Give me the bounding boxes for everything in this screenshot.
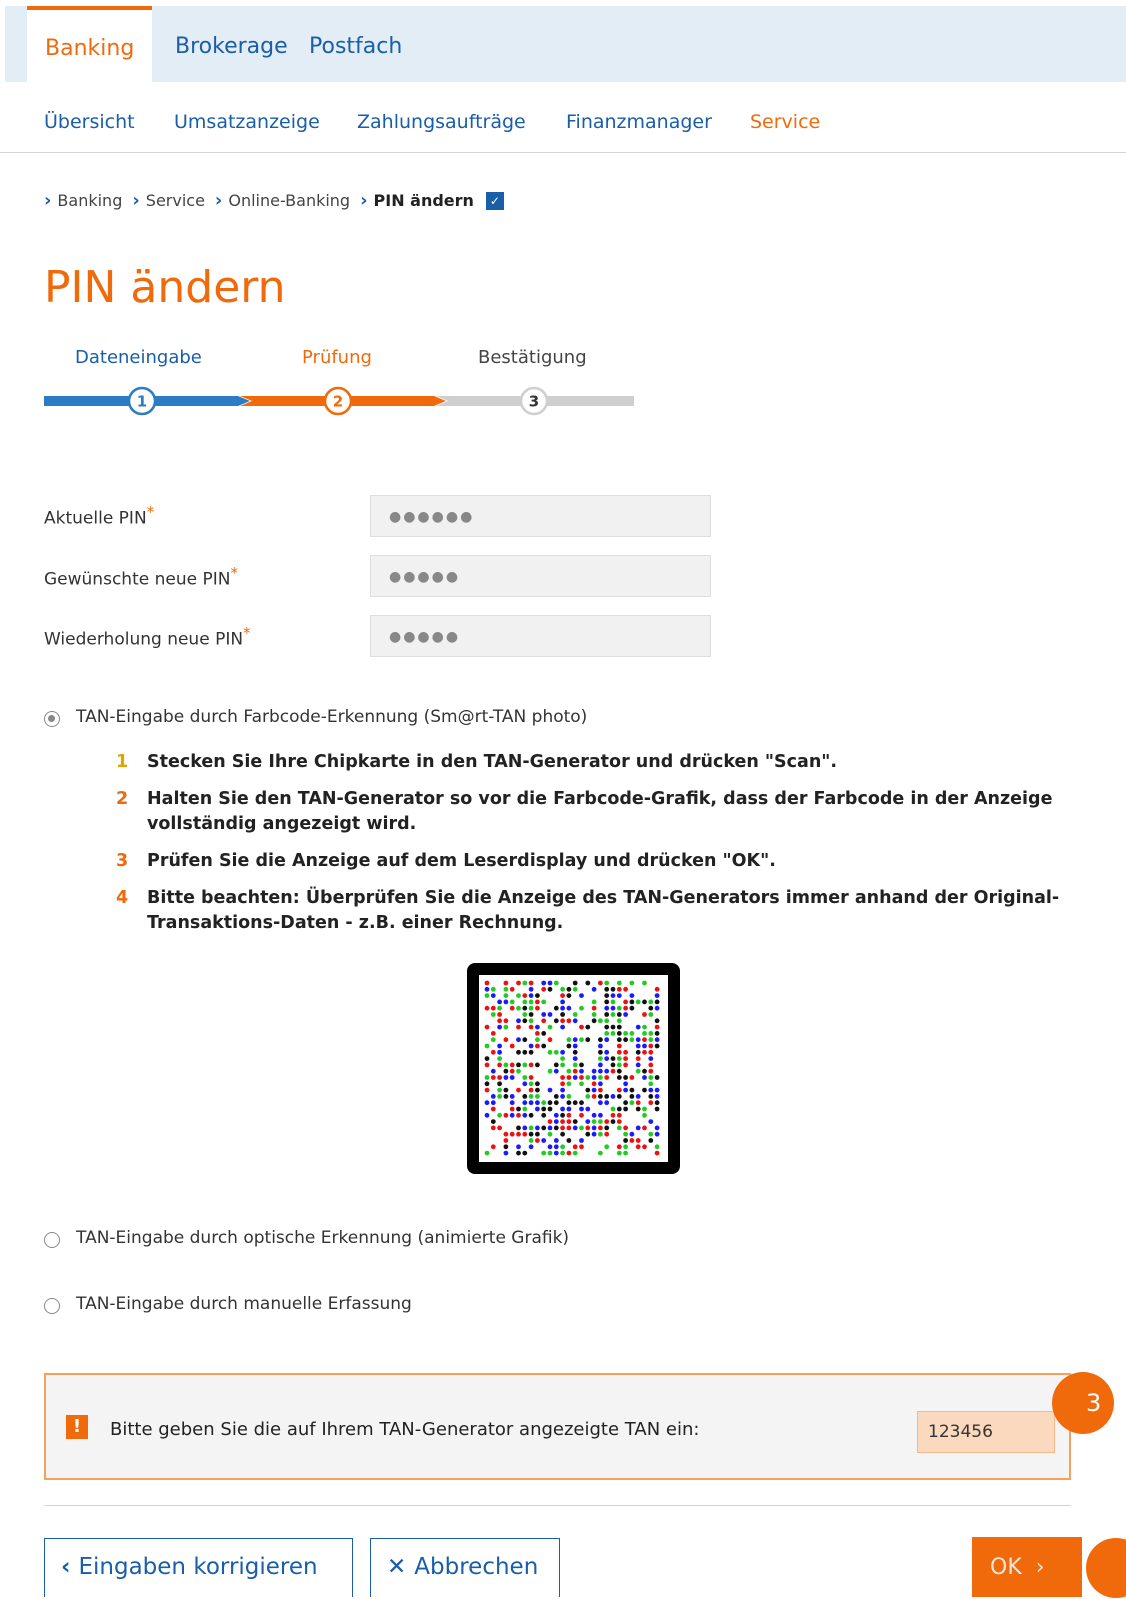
new-pin-field[interactable]: ●●●●●	[370, 555, 711, 597]
chevron-right-icon: ›	[1035, 1555, 1045, 1580]
sub-nav: Übersicht Umsatzanzeige Zahlungsaufträge…	[0, 82, 1126, 153]
tan-method-radio-manual[interactable]	[44, 1298, 60, 1314]
tan-method-radio-photo[interactable]	[44, 711, 60, 727]
step-badge: 3	[1052, 1372, 1114, 1434]
divider	[44, 1505, 1071, 1506]
color-code-graphic	[467, 963, 680, 1174]
tan-prompt-text: Bitte geben Sie die auf Ihrem TAN-Genera…	[110, 1419, 700, 1440]
correct-inputs-button[interactable]: ‹ Eingaben korrigieren	[44, 1538, 353, 1597]
step-label-3: Bestätigung	[478, 347, 587, 368]
breadcrumb: › Banking › Service › Online-Banking › P…	[44, 190, 504, 211]
page-title: PIN ändern	[44, 262, 286, 313]
tab-postfach[interactable]: Postfach	[309, 6, 402, 82]
instruction-item: 3 Prüfen Sie die Anzeige auf dem Leserdi…	[116, 851, 776, 871]
tan-method-radio-animated[interactable]	[44, 1232, 60, 1248]
svg-text:3: 3	[529, 393, 539, 411]
progress-stepper: 1 2 3	[44, 386, 634, 416]
color-code-dots	[484, 980, 660, 1156]
repeat-pin-field[interactable]: ●●●●●	[370, 615, 711, 657]
step-label-2: Prüfung	[302, 347, 372, 368]
main-nav: Banking Brokerage Postfach	[5, 6, 1126, 82]
step-circle-3: 3	[519, 386, 549, 416]
label-current-pin: Aktuelle PIN*	[44, 503, 155, 529]
tab-banking[interactable]: Banking	[27, 6, 153, 82]
tan-entry-box: ! Bitte geben Sie die auf Ihrem TAN-Gene…	[44, 1373, 1071, 1480]
subnav-uebersicht[interactable]: Übersicht	[44, 82, 135, 162]
ok-button[interactable]: OK ›	[972, 1537, 1082, 1597]
breadcrumb-service[interactable]: Service	[146, 191, 205, 210]
close-icon: ✕	[387, 1554, 407, 1580]
tan-method-label-animated: TAN-Eingabe durch optische Erkennung (an…	[76, 1228, 570, 1248]
current-pin-field[interactable]: ●●●●●●	[370, 495, 711, 537]
subnav-umsatzanzeige[interactable]: Umsatzanzeige	[174, 82, 320, 162]
svg-text:2: 2	[333, 393, 343, 411]
step-circle-2: 2	[323, 386, 353, 416]
instruction-list: 1 Stecken Sie Ihre Chipkarte in den TAN-…	[116, 750, 1076, 948]
breadcrumb-current: PIN ändern	[373, 191, 474, 210]
subnav-service[interactable]: Service	[750, 82, 820, 162]
step-badge-partial	[1086, 1538, 1126, 1598]
chevron-right-icon: ›	[132, 190, 140, 211]
breadcrumb-online-banking[interactable]: Online-Banking	[228, 191, 350, 210]
step-circle-1: 1	[127, 386, 157, 416]
svg-text:1: 1	[137, 393, 147, 411]
tan-method-label-photo: TAN-Eingabe durch Farbcode-Erkennung (Sm…	[76, 707, 588, 727]
chevron-left-icon: ‹	[61, 1554, 71, 1580]
cancel-button[interactable]: ✕ Abbrechen	[370, 1538, 560, 1597]
instruction-item: 4 Bitte beachten: Überprüfen Sie die Anz…	[116, 888, 1060, 933]
step-label-1: Dateneingabe	[75, 347, 202, 368]
tan-input[interactable]: 123456	[917, 1411, 1055, 1453]
tab-brokerage[interactable]: Brokerage	[175, 6, 288, 82]
chevron-right-icon: ›	[360, 190, 368, 211]
instruction-item: 1 Stecken Sie Ihre Chipkarte in den TAN-…	[116, 752, 838, 772]
chevron-right-icon: ›	[44, 190, 52, 211]
warning-icon: !	[66, 1415, 88, 1439]
color-code-matrix	[479, 975, 668, 1162]
instruction-item: 2 Halten Sie den TAN-Generator so vor di…	[116, 789, 1053, 834]
chevron-right-icon: ›	[214, 190, 223, 211]
label-new-pin: Gewünschte neue PIN*	[44, 564, 238, 590]
breadcrumb-banking[interactable]: Banking	[57, 191, 122, 210]
subnav-zahlungsauftraege[interactable]: Zahlungsaufträge	[357, 82, 526, 162]
chevron-down-icon[interactable]: ✓	[485, 191, 504, 210]
tan-method-label-manual: TAN-Eingabe durch manuelle Erfassung	[76, 1294, 412, 1314]
subnav-finanzmanager[interactable]: Finanzmanager	[566, 82, 712, 162]
label-repeat-pin: Wiederholung neue PIN*	[44, 624, 251, 650]
